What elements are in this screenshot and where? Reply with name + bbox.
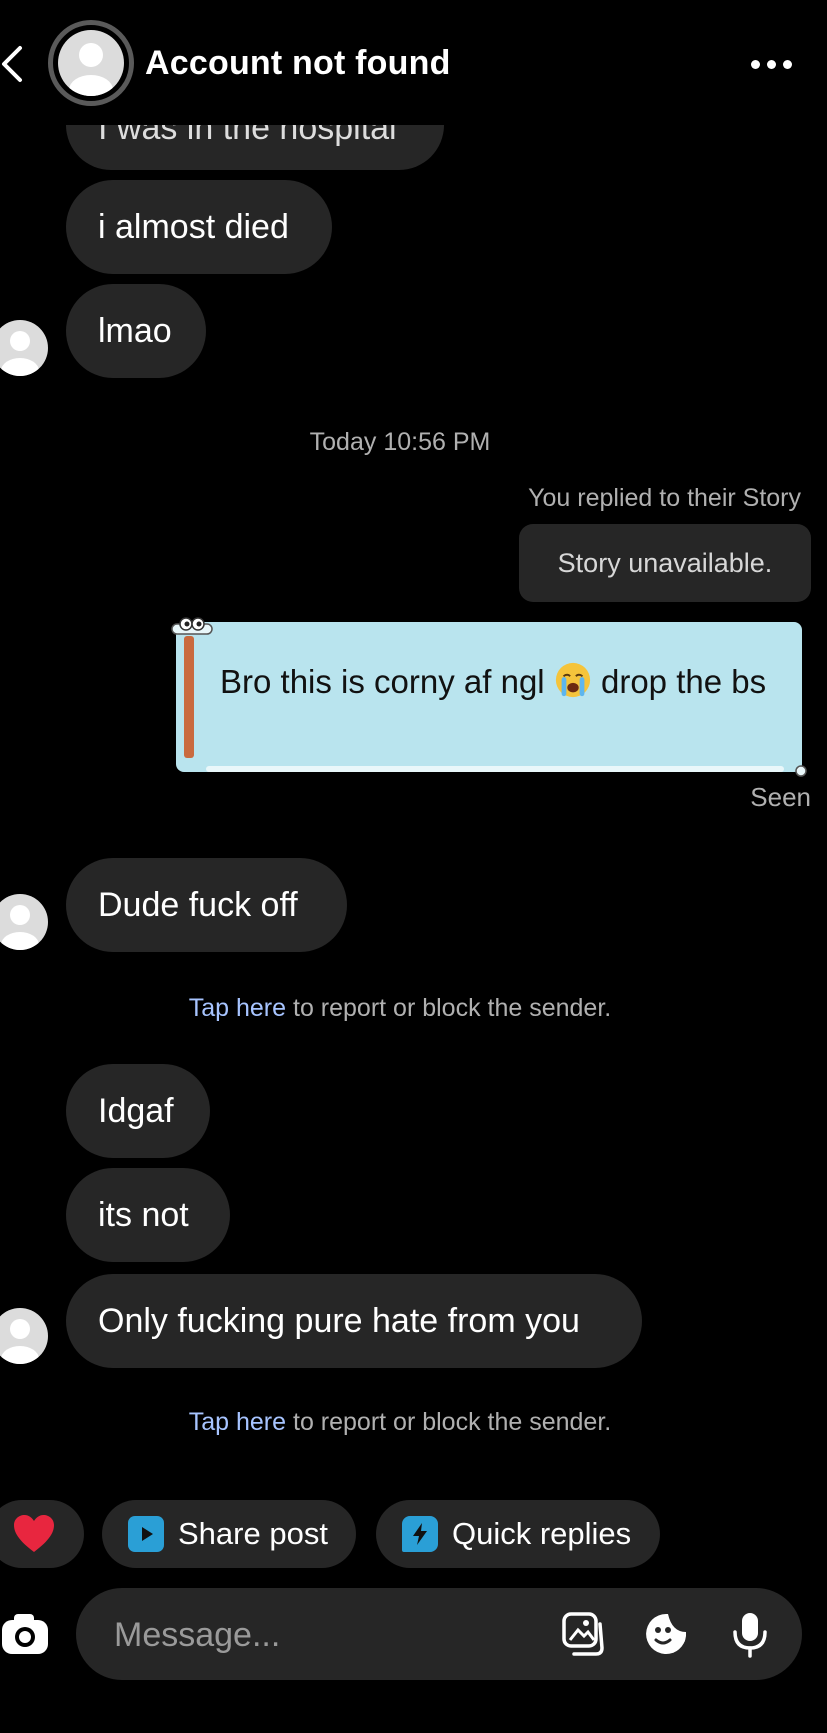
loudly-crying-emoji-icon [555,662,590,698]
story-unavailable-text: Story unavailable. [557,547,773,578]
sent-text-after: drop the bs [600,663,767,700]
cartoon-eyes-icon [171,617,213,635]
page-title[interactable]: Account not found [145,44,451,83]
chat-header: Account not found [0,0,827,125]
report-block-notice: Tap here to report or block the sender. [0,1408,800,1437]
heart-icon [14,1515,54,1552]
back-chevron-icon[interactable] [0,40,28,88]
message-text: Dude fuck off [98,885,298,924]
message-input[interactable] [112,1588,516,1682]
quick-replies-label: Quick replies [452,1516,632,1551]
note-stripe [184,636,194,758]
camera-icon[interactable] [0,1610,50,1660]
story-unavailable-box[interactable]: Story unavailable. [519,524,811,602]
report-block-notice: Tap here to report or block the sender. [0,994,800,1023]
sent-message-bubble[interactable]: Bro this is corny af ngl drop the bs [171,617,807,777]
message-text: i almost died [98,207,289,246]
sender-avatar[interactable] [0,1308,48,1364]
message-text: Only fucking pure hate from you [98,1301,580,1340]
report-text: to report or block the sender. [286,994,612,1022]
message-composer[interactable] [76,1588,802,1682]
heart-reaction-button[interactable] [0,1500,84,1568]
more-options-icon[interactable] [751,52,797,76]
message-bubble[interactable]: Idgaf [66,1064,210,1158]
sticker-icon[interactable] [642,1610,690,1658]
seen-status: Seen [750,782,811,812]
default-avatar-icon [58,30,124,96]
message-bubble[interactable]: Only fucking pure hate from you [66,1274,642,1368]
share-post-button[interactable]: Share post [102,1500,356,1568]
story-reply-note: You replied to their Story [528,484,801,512]
tap-here-link[interactable]: Tap here [189,994,286,1022]
sender-avatar[interactable] [0,320,48,376]
tap-here-link[interactable]: Tap here [189,1408,286,1436]
gallery-icon[interactable] [560,1610,608,1658]
message-text: Idgaf [98,1091,174,1130]
report-text: to report or block the sender. [286,1408,612,1436]
message-timestamp: Today 10:56 PM [309,428,491,456]
corner-decoration-icon [795,765,807,777]
message-text: its not [98,1195,189,1234]
message-bubble[interactable]: lmao [66,284,206,378]
quick-replies-icon [402,1516,438,1552]
share-post-icon [128,1516,164,1552]
message-text: lmao [98,311,172,350]
header-avatar[interactable] [48,20,134,106]
sent-text: Bro this is corny af ngl [220,663,545,700]
microphone-icon[interactable] [726,1610,774,1658]
message-bubble[interactable]: its not [66,1168,230,1262]
note-bottom-line [206,766,784,772]
message-bubble[interactable]: i almost died [66,180,332,274]
share-post-label: Share post [178,1516,328,1551]
message-bubble[interactable]: Dude fuck off [66,858,347,952]
sender-avatar[interactable] [0,894,48,950]
quick-replies-button[interactable]: Quick replies [376,1500,660,1568]
